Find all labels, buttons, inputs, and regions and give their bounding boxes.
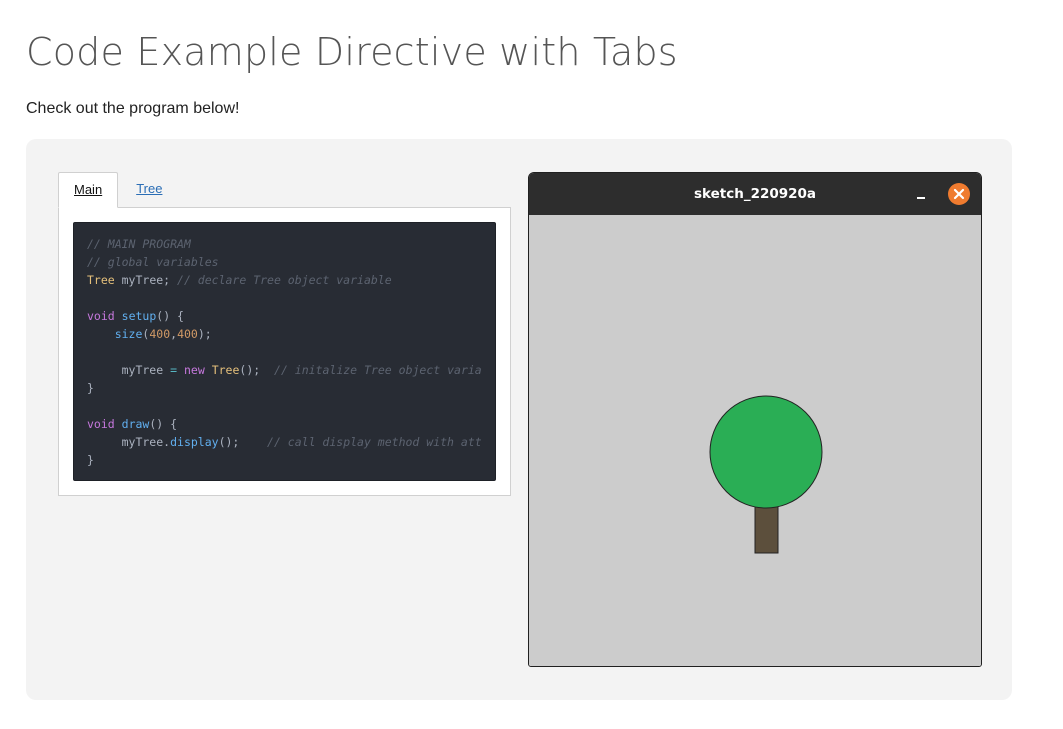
minimize-button[interactable] xyxy=(911,185,931,205)
code-token: myTree; xyxy=(114,273,178,287)
code-token: (); xyxy=(239,363,275,377)
code-token: 400 xyxy=(149,327,171,341)
code-line: // global variables xyxy=(87,253,495,271)
code-token: () { xyxy=(149,417,178,431)
tab-content: // MAIN PROGRAM // global variables Tree m… xyxy=(58,207,511,496)
page-title: Code Example Directive with Tabs xyxy=(26,30,678,74)
code-token: size xyxy=(114,327,143,341)
close-icon xyxy=(953,188,965,200)
code-token: // declare Tree object variable xyxy=(177,273,392,287)
code-example-panel: Main Tree // MAIN PROGRAM // global varia… xyxy=(26,139,1012,700)
code-line: size(400,400); xyxy=(87,325,495,343)
code-token: setup xyxy=(121,309,157,323)
code-line: } xyxy=(87,451,495,469)
code-token: // call display method with att xyxy=(267,435,482,449)
code-line: myTree = new Tree(); // initalize Tree o… xyxy=(87,361,495,379)
code-token: 400 xyxy=(177,327,198,341)
code-token: () { xyxy=(156,309,184,323)
code-line: } xyxy=(87,379,495,397)
code-token: ); xyxy=(197,327,212,341)
tree-trunk xyxy=(754,504,779,554)
code-token: myTree. xyxy=(87,435,171,449)
code-token: new xyxy=(183,363,205,377)
sketch-canvas[interactable] xyxy=(529,215,981,666)
code-token: // MAIN PROGRAM xyxy=(87,237,191,251)
window-titlebar[interactable]: sketch_220920a xyxy=(529,173,981,215)
code-block[interactable]: // MAIN PROGRAM // global variables Tree m… xyxy=(73,222,496,481)
code-token: // global variables xyxy=(87,255,219,269)
tree-drawing xyxy=(709,395,823,554)
sketch-window: sketch_220920a xyxy=(528,172,982,667)
code-line: void draw() { xyxy=(87,415,495,433)
code-token: myTree xyxy=(87,363,171,377)
code-line: Tree myTree; // declare Tree object vari… xyxy=(87,271,495,289)
code-token: } xyxy=(87,453,94,467)
code-token: void xyxy=(87,417,115,431)
code-token: } xyxy=(87,381,94,395)
code-token: = xyxy=(170,363,178,377)
code-token: // initalize Tree object varia xyxy=(274,363,482,377)
tree-foliage xyxy=(709,395,823,509)
code-line: myTree.display(); // call display method… xyxy=(87,433,495,451)
tab-tree[interactable]: Tree xyxy=(118,172,177,207)
code-line: void setup() { xyxy=(87,307,495,325)
tab-main[interactable]: Main xyxy=(58,172,119,208)
tab-bar: Main Tree xyxy=(58,172,177,208)
code-token: Tree xyxy=(87,273,115,287)
close-button[interactable] xyxy=(948,183,970,205)
intro-text: Check out the program below! xyxy=(26,100,240,117)
code-token: draw xyxy=(121,417,150,431)
code-token: void xyxy=(87,309,115,323)
code-token: (); xyxy=(218,435,268,449)
code-line: // MAIN PROGRAM xyxy=(87,235,495,253)
minimize-icon xyxy=(917,197,925,199)
code-token: Tree xyxy=(211,363,240,377)
code-token: display xyxy=(170,435,219,449)
